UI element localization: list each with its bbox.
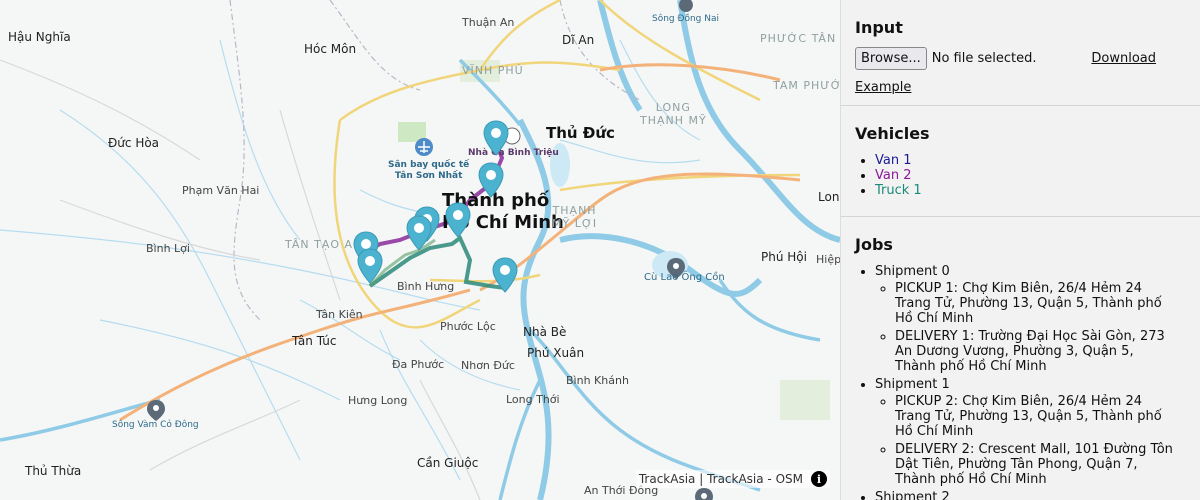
info-icon[interactable]: i [811, 471, 827, 487]
list-item: PICKUP 2: Chợ Kim Biên, 26/4 Hẻm 24 Tran… [895, 394, 1175, 439]
shipment-label: Shipment 1 [875, 377, 950, 392]
place-label: Sông Đồng Nai [652, 14, 720, 24]
place-label: PHƯỚC TÂN [760, 32, 837, 45]
list-item: DELIVERY 2: Crescent Mall, 101 Đường Tôn… [895, 442, 1175, 487]
vehicle-label: Truck 1 [875, 183, 922, 198]
list-item: Shipment 1 PICKUP 2: Chợ Kim Biên, 26/4 … [875, 377, 1186, 487]
place-label: Hóc Môn [304, 42, 357, 56]
vehicles-section: Vehicles Van 1 Van 2 Truck 1 [841, 106, 1200, 217]
place-label: Tân Túc [292, 334, 337, 348]
job-list: Shipment 0 PICKUP 1: Chợ Kim Biên, 26/4 … [855, 264, 1186, 500]
file-input-row: Browse... No file selected. Download [855, 47, 1186, 70]
attribution-text[interactable]: TrackAsia | TrackAsia - OSM [639, 472, 803, 486]
place-label: Nhà Bè [523, 325, 567, 339]
map-marker-icon[interactable] [477, 162, 505, 198]
vehicle-item[interactable]: Van 2 [875, 168, 1186, 183]
map-marker-icon[interactable] [405, 215, 433, 251]
jobs-title: Jobs [855, 235, 893, 254]
place-label: Hiệp [816, 253, 840, 266]
place-label: Bình Khánh [566, 374, 629, 387]
place-label: Cần Giuộc [417, 456, 479, 470]
place-label: TAM PHƯỚC [773, 79, 840, 92]
place-label: Cù Lao Ông Cồn [644, 272, 725, 283]
file-status: No file selected. [931, 51, 1037, 66]
vehicle-item[interactable]: Van 1 [875, 153, 1186, 168]
side-panel: Input Browse... No file selected. Downlo… [840, 0, 1200, 500]
place-label: Thuận An [462, 16, 515, 29]
shipment-label: Shipment 2 [875, 490, 950, 500]
example-link[interactable]: Example [855, 80, 911, 95]
place-label: THẠNH MỸ LỢI [552, 204, 598, 230]
map-canvas[interactable]: Hậu Nghĩa Hóc Môn Thuận An Dĩ An Sông Đồ… [0, 0, 840, 500]
place-label: Sân bay quốc tế Tân Sơn Nhất [388, 160, 470, 181]
place-label: Đức Hòa [108, 136, 160, 150]
vehicles-title: Vehicles [855, 124, 930, 143]
map-marker-icon[interactable] [356, 248, 384, 284]
map-attribution: TrackAsia | TrackAsia - OSM i [635, 470, 830, 488]
place-label: Phước Lộc [440, 320, 496, 333]
list-item: PICKUP 1: Chợ Kim Biên, 26/4 Hẻm 24 Tran… [895, 281, 1175, 326]
place-label: Hậu Nghĩa [8, 30, 71, 44]
input-title: Input [855, 18, 903, 37]
place-label: Phú Hội [761, 250, 807, 264]
place-label: Sông Vàm Cỏ Đông [112, 420, 199, 430]
map-marker-icon[interactable] [482, 120, 510, 156]
input-section: Input Browse... No file selected. Downlo… [841, 0, 1200, 106]
place-label: Thủ Đức [546, 124, 615, 142]
place-label: Phú Xuân [527, 346, 585, 360]
vehicle-list: Van 1 Van 2 Truck 1 [855, 153, 1186, 198]
place-label: LONG THẠNH MỸ [640, 101, 707, 127]
vehicle-label: Van 2 [875, 168, 912, 183]
list-item: DELIVERY 1: Trường Đại Học Sài Gòn, 273 … [895, 329, 1175, 374]
shipment-label: Shipment 0 [875, 264, 950, 279]
map-marker-icon[interactable] [491, 257, 519, 293]
place-label: Dĩ An [562, 33, 595, 47]
place-label: Phạm Văn Hai [182, 184, 260, 197]
place-label: Nhơn Đức [461, 359, 515, 372]
map-marker-icon[interactable] [444, 202, 472, 238]
list-item: Shipment 2 [875, 490, 1186, 500]
place-label: Đa Phước [392, 358, 445, 371]
vehicle-label: Van 1 [875, 153, 912, 168]
download-link[interactable]: Download [1091, 51, 1156, 66]
place-label: VĨNH PHÚ [462, 64, 524, 77]
place-label: Thủ Thừa [25, 464, 82, 478]
browse-button[interactable]: Browse... [855, 47, 927, 70]
list-item: Shipment 0 PICKUP 1: Chợ Kim Biên, 26/4 … [875, 264, 1186, 374]
place-label: Bình Hưng [397, 280, 455, 293]
place-label: Bình Lợi [146, 242, 190, 255]
place-label: Hưng Long [348, 394, 408, 407]
place-label: Long Thới [506, 393, 560, 406]
vehicle-item[interactable]: Truck 1 [875, 183, 1186, 198]
place-label: TÂN TẠO A [285, 238, 354, 251]
place-label: Tân Kiên [316, 308, 363, 321]
jobs-section: Jobs Shipment 0 PICKUP 1: Chợ Kim Biên, … [841, 217, 1200, 500]
place-label: Lon [818, 190, 840, 204]
